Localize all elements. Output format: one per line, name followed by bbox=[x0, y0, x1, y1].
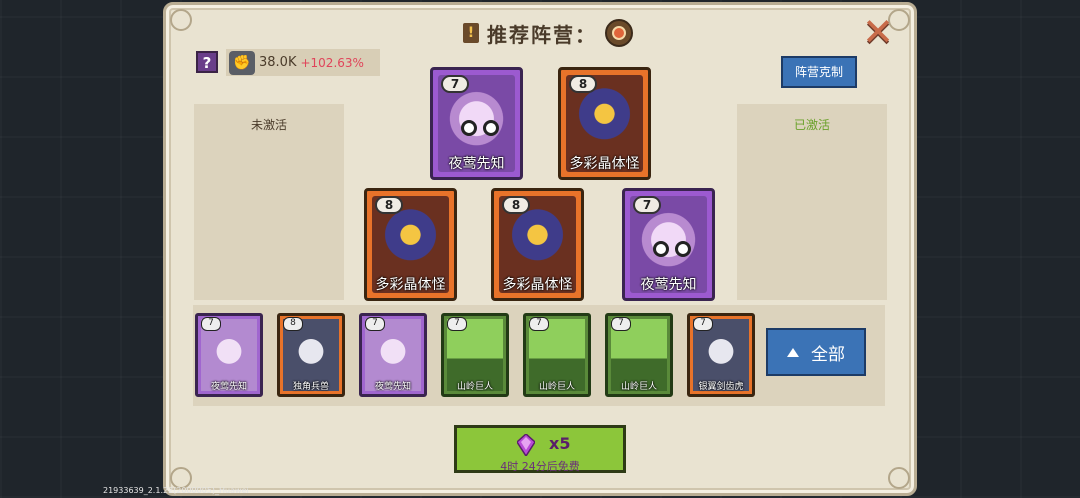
card-level: 7 bbox=[611, 317, 631, 331]
refresh-button[interactable]: x5 4时 24分后免费 bbox=[454, 425, 626, 473]
power-value: 38.0K bbox=[259, 55, 297, 70]
pool-hero-card[interactable]: 7 山岭巨人 bbox=[605, 313, 673, 397]
card-name: 山岭巨人 bbox=[456, 382, 493, 392]
board-card[interactable]: 8 多彩晶体怪 bbox=[491, 188, 584, 301]
pool-hero-card[interactable]: 7 山岭巨人 bbox=[523, 313, 591, 397]
card-level: 7 bbox=[365, 317, 385, 331]
card-level: 7 bbox=[441, 75, 469, 93]
gem-quantity: x5 bbox=[549, 434, 571, 453]
card-name: 银翼剑齿虎 bbox=[698, 382, 744, 392]
gem-icon bbox=[517, 434, 535, 456]
card-level: 8 bbox=[502, 196, 530, 214]
active-label: 已激活 bbox=[793, 118, 830, 132]
pool-hero-card[interactable]: 7 夜莺先知 bbox=[359, 313, 427, 397]
card-name: 多彩晶体怪 bbox=[502, 277, 573, 293]
board-card[interactable]: 7 夜莺先知 bbox=[622, 188, 715, 301]
corner-ornament bbox=[888, 467, 910, 489]
card-name: 夜莺先知 bbox=[448, 156, 505, 172]
pool-hero-card[interactable]: 8 独角兵兽 bbox=[277, 313, 345, 397]
card-name: 多彩晶体怪 bbox=[569, 156, 640, 172]
panel-title: ! 推荐阵营： bbox=[463, 18, 633, 48]
card-level: 8 bbox=[375, 196, 403, 214]
faction-counter-button[interactable]: 阵营克制 bbox=[781, 56, 857, 88]
inactive-panel: 未激活 bbox=[194, 104, 344, 300]
faction-icon[interactable] bbox=[605, 19, 633, 47]
all-filter-button[interactable]: 全部 bbox=[766, 328, 866, 376]
card-name: 夜莺先知 bbox=[210, 382, 247, 392]
board-card[interactable]: 8 多彩晶体怪 bbox=[364, 188, 457, 301]
board-card[interactable]: 8 多彩晶体怪 bbox=[558, 67, 651, 180]
card-level: 8 bbox=[283, 317, 303, 331]
card-level: 8 bbox=[569, 75, 597, 93]
card-level: 7 bbox=[529, 317, 549, 331]
fist-icon: ✊ bbox=[229, 50, 255, 75]
card-level: 7 bbox=[633, 196, 661, 214]
all-filter-label: 全部 bbox=[811, 344, 845, 365]
card-name: 夜莺先知 bbox=[640, 277, 697, 293]
card-level: 7 bbox=[201, 317, 221, 331]
board-card[interactable]: 7 夜莺先知 bbox=[430, 67, 523, 180]
card-name: 夜莺先知 bbox=[374, 382, 411, 392]
free-refresh-timer: 4时 24分后免费 bbox=[500, 460, 580, 473]
card-name: 山岭巨人 bbox=[620, 382, 657, 392]
power-delta: +102.63% bbox=[300, 55, 364, 70]
active-panel: 已激活 bbox=[737, 104, 887, 300]
close-icon[interactable]: ✕ bbox=[860, 13, 896, 51]
card-name: 多彩晶体怪 bbox=[375, 277, 446, 293]
pool-hero-card[interactable]: 7 山岭巨人 bbox=[441, 313, 509, 397]
card-level: 7 bbox=[693, 317, 713, 331]
title-text: 推荐阵营： bbox=[487, 22, 597, 47]
caret-up-icon bbox=[787, 347, 799, 357]
card-name: 山岭巨人 bbox=[538, 382, 575, 392]
version-text: 21933639_2.1.22(2000005)_Huawei bbox=[103, 486, 249, 495]
power-display: ✊ 38.0K +102.63% bbox=[226, 49, 380, 76]
notebook-icon: ! bbox=[463, 23, 479, 43]
card-level: 7 bbox=[447, 317, 467, 331]
pool-hero-card[interactable]: 7 银翼剑齿虎 bbox=[687, 313, 755, 397]
pool-hero-card[interactable]: 7 夜莺先知 bbox=[195, 313, 263, 397]
card-name: 独角兵兽 bbox=[292, 382, 329, 392]
inactive-label: 未激活 bbox=[250, 118, 287, 132]
corner-ornament bbox=[170, 9, 192, 31]
help-button[interactable]: ? bbox=[196, 51, 218, 73]
